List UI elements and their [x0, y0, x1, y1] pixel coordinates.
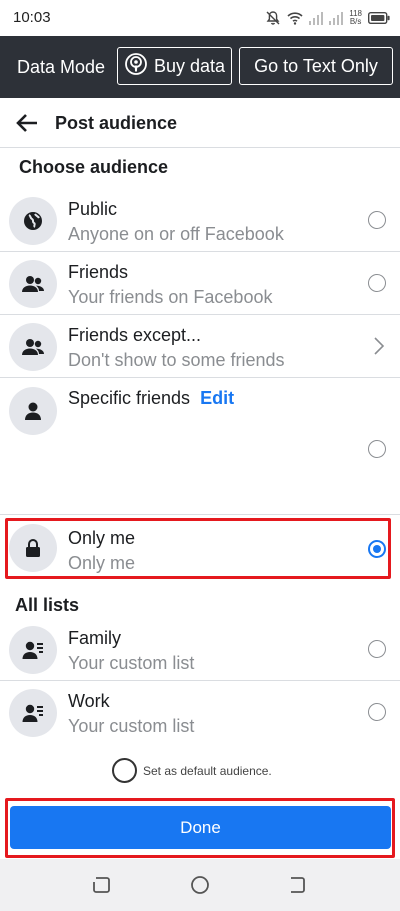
radio-button[interactable]: [368, 274, 386, 292]
choose-audience-heading: Choose audience: [19, 157, 169, 177]
option-subtitle: Your custom list: [68, 653, 195, 673]
audience-option-specific-friends[interactable]: Specific friends Edit: [0, 378, 400, 515]
option-title: Public: [68, 199, 118, 219]
option-subtitle: Only me: [68, 553, 136, 573]
custom-list-icon: [9, 689, 57, 737]
globe-icon: [9, 197, 57, 245]
option-title: Friends: [68, 262, 129, 282]
network-speed: 118 B/s: [349, 10, 362, 26]
status-icons: 118 B/s: [265, 8, 390, 28]
friends-icon: [9, 260, 57, 308]
default-audience-radio[interactable]: [112, 758, 137, 783]
page-title: Post audience: [55, 113, 178, 133]
battery-icon: [368, 12, 390, 24]
podcast-icon: [124, 52, 148, 81]
all-lists-heading: All lists: [15, 595, 80, 615]
system-nav-bar: [0, 859, 400, 911]
text-only-label: Go to Text Only: [254, 55, 378, 76]
edit-link[interactable]: Edit: [200, 388, 234, 408]
radio-button-selected[interactable]: [368, 540, 386, 558]
option-title-text: Specific friends: [68, 388, 191, 408]
default-audience-option[interactable]: Set as default audience.: [0, 756, 400, 786]
recent-apps-icon[interactable]: [90, 874, 112, 896]
list-option-work[interactable]: Work Your custom list: [0, 681, 400, 744]
home-icon[interactable]: [189, 874, 211, 896]
custom-list-icon: [9, 626, 57, 674]
option-subtitle: Don't show to some friends: [68, 350, 285, 370]
option-title: Family: [68, 628, 121, 648]
audience-option-friends-except[interactable]: Friends except... Don't show to some fri…: [0, 315, 400, 378]
audience-option-only-me[interactable]: Only me Only me: [0, 518, 400, 578]
back-arrow-icon[interactable]: [14, 110, 40, 136]
done-label: Done: [180, 817, 221, 837]
audience-option-public[interactable]: Public Anyone on or off Facebook: [0, 189, 400, 252]
audience-option-friends[interactable]: Friends Your friends on Facebook: [0, 252, 400, 315]
default-audience-label: Set as default audience.: [143, 764, 272, 778]
status-bar: 10:03 118 B/s: [0, 0, 400, 36]
lock-icon: [9, 524, 57, 572]
signal-icon: [329, 11, 344, 25]
network-speed-unit: B/s: [349, 17, 362, 26]
done-button[interactable]: Done: [10, 806, 391, 849]
option-title: Work: [68, 691, 110, 711]
radio-button[interactable]: [368, 703, 386, 721]
buy-data-label: Buy data: [153, 55, 226, 76]
text-only-button[interactable]: Go to Text Only: [239, 47, 393, 85]
person-icon: [9, 387, 57, 435]
status-time: 10:03: [13, 9, 51, 26]
back-icon[interactable]: [286, 874, 308, 896]
header: Post audience: [0, 98, 400, 148]
data-mode-label: Data Mode: [17, 57, 106, 77]
option-title: Specific friends Edit: [68, 388, 234, 409]
list-option-family[interactable]: Family Your custom list: [0, 618, 400, 681]
option-title: Only me: [68, 528, 136, 548]
data-mode-bar: Data Mode Buy data Go to Text Only: [0, 36, 400, 98]
option-title: Friends except...: [68, 325, 202, 345]
radio-button[interactable]: [368, 440, 386, 458]
radio-button[interactable]: [368, 640, 386, 658]
mute-bell-icon: [265, 10, 281, 26]
option-subtitle: Anyone on or off Facebook: [68, 224, 284, 244]
radio-button[interactable]: [368, 211, 386, 229]
signal-icon: [309, 11, 324, 25]
option-subtitle: Your friends on Facebook: [68, 287, 273, 307]
option-subtitle: Your custom list: [68, 716, 195, 736]
chevron-right-icon[interactable]: [372, 335, 386, 357]
friends-icon: [9, 323, 57, 371]
buy-data-button[interactable]: Buy data: [117, 47, 232, 85]
wifi-icon: [287, 11, 303, 25]
